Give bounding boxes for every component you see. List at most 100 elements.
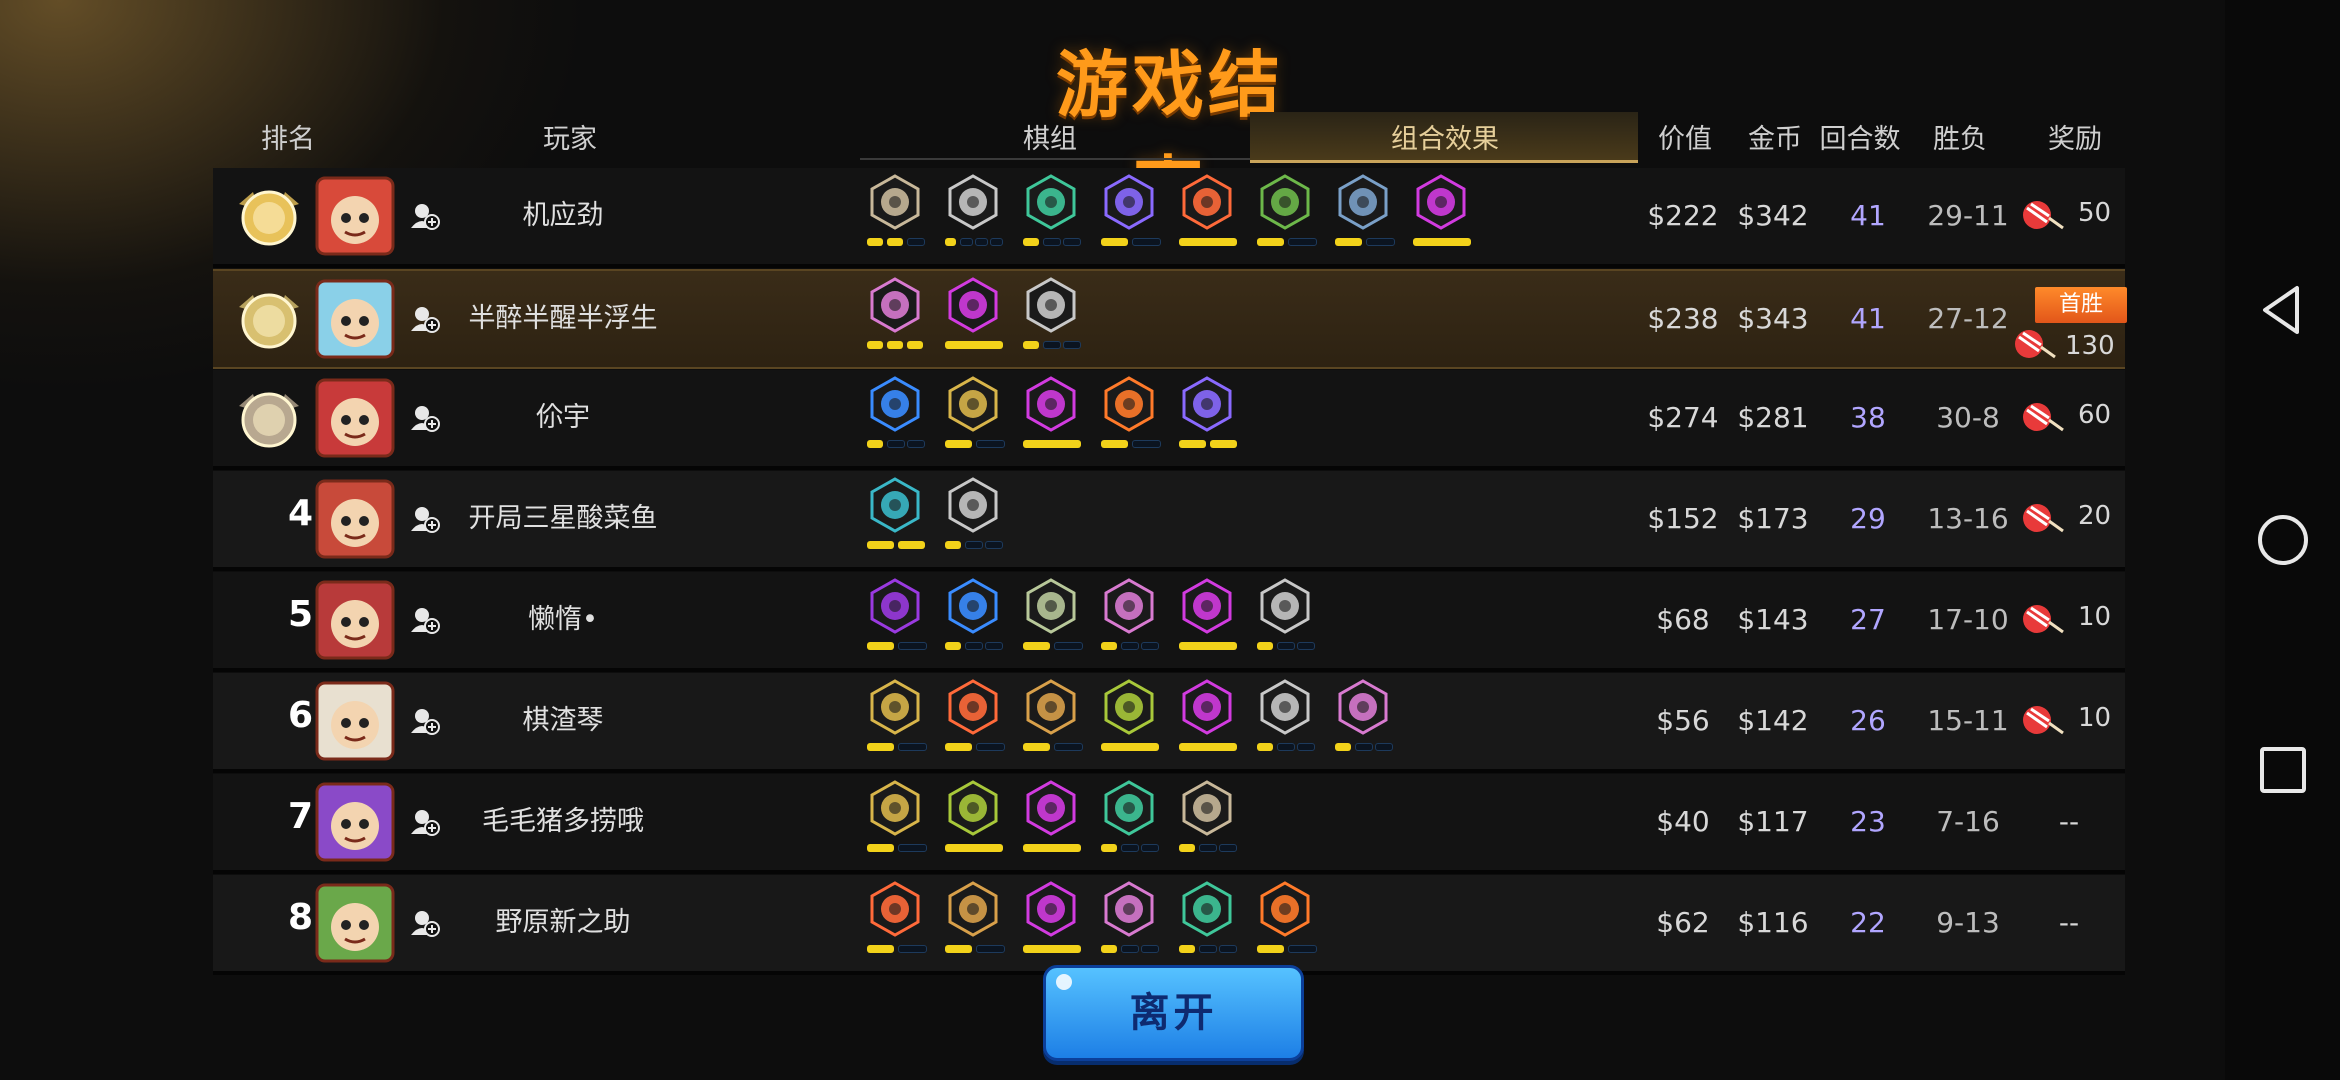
add-friend-icon[interactable]	[409, 806, 441, 838]
trait-slot[interactable]	[1021, 376, 1083, 456]
trait-slot[interactable]	[1099, 881, 1161, 961]
add-friend-icon[interactable]	[409, 303, 441, 335]
trait-slot[interactable]	[943, 277, 1005, 357]
trait-level-bar	[1335, 743, 1351, 751]
trait-slot[interactable]	[1099, 780, 1161, 860]
demon-icon	[1026, 780, 1076, 836]
trait-slot[interactable]	[1177, 174, 1239, 254]
trait-slot[interactable]	[865, 376, 927, 456]
trait-level-bar	[887, 440, 905, 448]
trait-level-bar	[1355, 743, 1373, 751]
trait-slot[interactable]	[1177, 578, 1239, 658]
sword-icon	[870, 679, 920, 735]
trait-slot[interactable]	[1099, 174, 1161, 254]
trait-slot[interactable]	[865, 881, 927, 961]
back-icon[interactable]	[2253, 280, 2313, 340]
trait-slot[interactable]	[1333, 679, 1395, 759]
player-avatar[interactable]	[315, 580, 395, 660]
trait-slot[interactable]	[1255, 578, 1317, 658]
trait-slot[interactable]	[865, 578, 927, 658]
trait-slot[interactable]	[943, 477, 1005, 557]
trait-slot[interactable]	[1021, 277, 1083, 357]
player-avatar[interactable]	[315, 479, 395, 559]
trait-slot[interactable]	[943, 780, 1005, 860]
trait-slot[interactable]	[943, 881, 1005, 961]
trait-slot[interactable]	[1099, 578, 1161, 658]
trait-level-bar	[1219, 945, 1237, 953]
trait-slot[interactable]	[865, 780, 927, 860]
player-avatar[interactable]	[315, 378, 395, 458]
trait-level-bar	[1257, 238, 1284, 246]
player-avatar[interactable]	[315, 279, 395, 359]
trait-slot[interactable]	[1411, 174, 1473, 254]
player-avatar[interactable]	[315, 782, 395, 862]
trait-slot[interactable]	[1177, 679, 1239, 759]
trait-progress	[1177, 743, 1239, 753]
round-count: 41	[1850, 302, 1886, 335]
trait-slot[interactable]	[1177, 376, 1239, 456]
add-friend-icon[interactable]	[409, 503, 441, 535]
trait-progress	[943, 440, 1005, 450]
axe-icon	[1182, 780, 1232, 836]
trait-level-bar	[1132, 440, 1161, 448]
trait-level-bar	[1210, 440, 1237, 448]
add-friend-icon[interactable]	[409, 402, 441, 434]
add-friend-icon[interactable]	[409, 907, 441, 939]
trait-level-bar	[1101, 844, 1117, 852]
trait-slot[interactable]	[1021, 578, 1083, 658]
trait-level-bar	[898, 541, 925, 549]
table-row: 5 懒惰• $68 $143 27 17-10 10	[213, 572, 2125, 672]
trait-slot[interactable]	[865, 477, 927, 557]
trait-slot[interactable]	[865, 174, 927, 254]
add-friend-icon[interactable]	[409, 705, 441, 737]
trait-slot[interactable]	[1099, 679, 1161, 759]
trait-slot[interactable]	[865, 277, 927, 357]
add-friend-icon[interactable]	[409, 200, 441, 232]
trait-slot[interactable]	[943, 578, 1005, 658]
trait-progress	[1021, 440, 1083, 450]
tab-combo-effects[interactable]: 组合效果	[1340, 118, 1550, 162]
round-count: 41	[1850, 199, 1886, 232]
trait-slot[interactable]	[1177, 881, 1239, 961]
trait-level-bar	[1121, 844, 1139, 852]
recent-apps-icon[interactable]	[2253, 740, 2313, 800]
trait-slot[interactable]	[1021, 679, 1083, 759]
tab-board[interactable]: 棋组	[960, 118, 1140, 162]
trait-slot[interactable]	[865, 679, 927, 759]
player-avatar[interactable]	[315, 883, 395, 963]
trait-slot[interactable]	[1021, 881, 1083, 961]
trait-slot[interactable]	[1255, 174, 1317, 254]
trait-slot[interactable]	[1177, 780, 1239, 860]
trait-slot[interactable]	[1255, 679, 1317, 759]
leave-button[interactable]: 离开	[1043, 965, 1304, 1061]
gear-icon	[948, 881, 998, 937]
trait-slot[interactable]	[1099, 376, 1161, 456]
round-count: 23	[1850, 805, 1886, 838]
trait-slot[interactable]	[1021, 174, 1083, 254]
trait-slot[interactable]	[1021, 780, 1083, 860]
win-loss-record: 7-16	[1936, 805, 2000, 838]
trait-slot[interactable]	[943, 174, 1005, 254]
reward-amount: 60	[2078, 400, 2112, 430]
add-friend-icon[interactable]	[409, 604, 441, 636]
header-player: 玩家	[543, 124, 597, 155]
rocks-icon	[1104, 679, 1154, 735]
player-avatar[interactable]	[315, 681, 395, 761]
rank-number: 5	[287, 594, 313, 635]
win-loss-record: 9-13	[1936, 906, 2000, 939]
header-reward: 奖励	[2048, 124, 2102, 155]
trait-slot[interactable]	[943, 376, 1005, 456]
trait-level-bar	[1366, 238, 1395, 246]
home-icon[interactable]	[2253, 510, 2313, 570]
round-count: 27	[1850, 603, 1886, 636]
player-avatar[interactable]	[315, 176, 395, 256]
mystic-icon	[870, 477, 920, 533]
trait-slot[interactable]	[1333, 174, 1395, 254]
trait-slot[interactable]	[943, 679, 1005, 759]
trait-level-bar	[867, 844, 894, 852]
trait-progress	[865, 945, 927, 955]
trait-level-bar	[1179, 642, 1237, 650]
trait-progress	[865, 743, 927, 753]
helmet-icon	[1260, 578, 1310, 634]
trait-slot[interactable]	[1255, 881, 1317, 961]
